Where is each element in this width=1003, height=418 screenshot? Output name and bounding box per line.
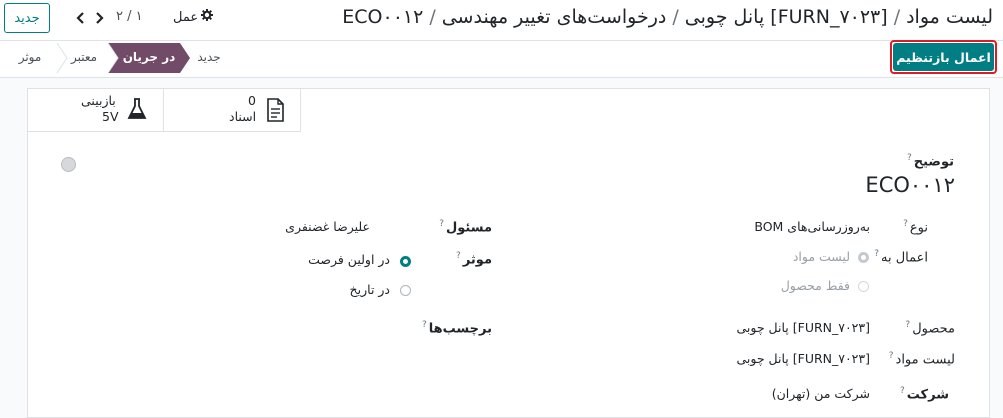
stage-validated[interactable]: معتبر — [64, 43, 104, 71]
document-icon — [264, 98, 286, 126]
pager-previous-icon[interactable] — [72, 8, 88, 28]
new-record-button[interactable]: جدید — [4, 3, 50, 33]
breadcrumb-current: ECO۰۰۱۲ — [342, 6, 424, 28]
product-label: محصول? — [905, 320, 955, 337]
apply-on-bom-radio[interactable] — [858, 252, 869, 263]
apply-on-product-label: فقط محصول — [780, 278, 850, 293]
help-icon[interactable]: ? — [422, 320, 427, 330]
apply-on-product-radio[interactable] — [858, 281, 869, 292]
effective-label: موثر? — [456, 251, 492, 268]
revision-smart-button[interactable]: بازبینی 5V — [27, 88, 164, 132]
product-value[interactable]: [FURN_۷۰۲۳] پانل چوبی — [736, 320, 870, 335]
action-menu-label: عمل — [173, 9, 199, 25]
stage-in-progress[interactable]: در جریان — [108, 43, 190, 71]
help-icon[interactable]: ? — [456, 251, 461, 261]
pager-value[interactable]: ۲ / ۱ — [116, 9, 143, 24]
company-value[interactable]: شرکت من (تهران) — [772, 386, 870, 401]
description-value[interactable]: ECO۰۰۱۲ — [865, 173, 955, 197]
effective-asap-label: در اولین فرصت — [308, 252, 390, 267]
priority-status-circle[interactable] — [61, 157, 76, 172]
responsible-value[interactable]: علیرضا غضنفری — [285, 219, 370, 234]
help-icon[interactable]: ? — [889, 351, 894, 361]
action-menu-button[interactable]: عمل — [173, 9, 214, 25]
type-value[interactable]: به‌روزرسانی‌های BOM — [754, 219, 870, 234]
revision-label: بازبینی — [81, 93, 116, 108]
stage-new[interactable]: جدید — [188, 43, 230, 71]
gear-icon — [201, 9, 214, 25]
revision-value: 5V — [102, 109, 119, 124]
description-label: توضیح? — [906, 153, 954, 170]
pager-next-icon[interactable] — [91, 8, 107, 28]
effective-date-label: در تاریخ — [349, 282, 390, 297]
effective-date-radio[interactable] — [400, 285, 411, 296]
stage-effective[interactable]: موثر — [10, 43, 50, 71]
help-icon[interactable]: ? — [439, 219, 444, 229]
effective-asap-radio[interactable] — [400, 256, 411, 267]
documents-count: 0 — [248, 93, 256, 108]
apply-on-bom-label: لیست مواد — [792, 249, 850, 264]
company-label: شرکت? — [900, 386, 949, 403]
help-icon[interactable]: ? — [905, 320, 910, 330]
apply-on-label: اعمال به? — [874, 249, 928, 266]
bom-label: لیست مواد? — [888, 351, 955, 368]
help-icon[interactable]: ? — [907, 153, 912, 163]
responsible-label: مسئول? — [439, 219, 492, 236]
help-icon[interactable]: ? — [900, 386, 905, 396]
bom-value[interactable]: [FURN_۷۰۲۳] پانل چوبی — [736, 351, 870, 366]
type-label: نوع? — [903, 219, 928, 236]
breadcrumb: لیست مواد/[FURN_۷۰۲۳] پانل چوبی/درخواست‌… — [342, 6, 993, 28]
breadcrumb-item-bom-list[interactable]: لیست مواد — [906, 6, 993, 28]
breadcrumb-item-product[interactable]: [FURN_۷۰۲۳] پانل چوبی — [685, 6, 888, 28]
breadcrumb-item-eco-list[interactable]: درخواست‌های تغییر مهندسی — [442, 6, 667, 28]
documents-label: اسناد — [229, 109, 257, 124]
tags-label: برچسب‌ها? — [421, 320, 492, 337]
help-icon[interactable]: ? — [903, 219, 908, 229]
highlight-box — [890, 40, 997, 74]
help-icon[interactable]: ? — [874, 249, 879, 259]
documents-smart-button[interactable]: 0 اسناد — [164, 88, 301, 132]
flask-icon — [126, 97, 148, 125]
